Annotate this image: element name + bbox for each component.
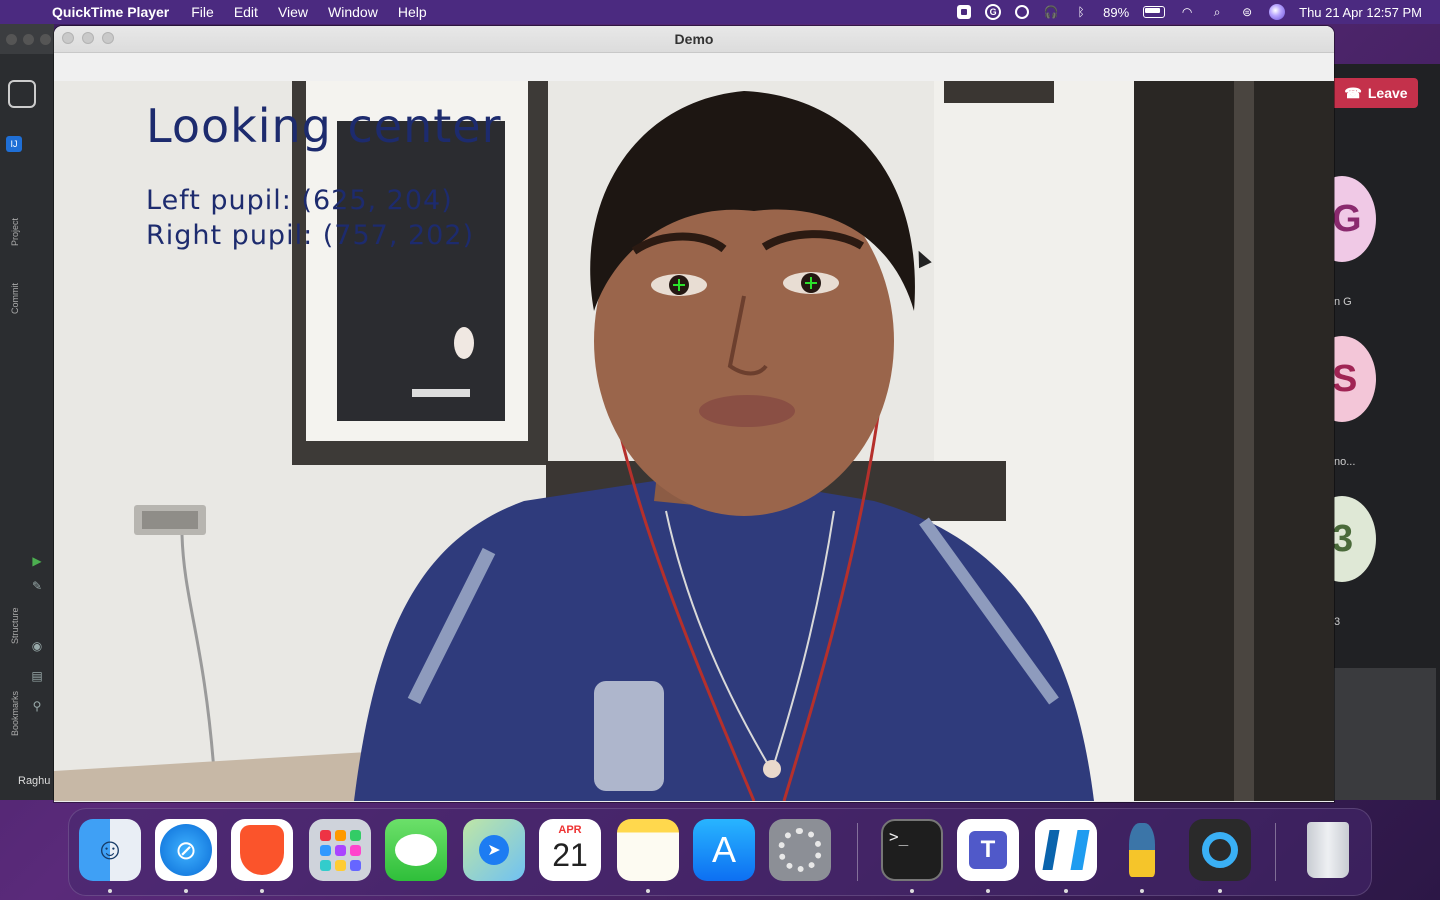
- menu-edit[interactable]: Edit: [234, 4, 258, 20]
- wifi-icon[interactable]: ◠: [1179, 4, 1195, 20]
- dock-trash-icon[interactable]: [1297, 819, 1359, 881]
- menu-help[interactable]: Help: [398, 4, 427, 20]
- sidebar-tab-commit[interactable]: Commit: [10, 283, 20, 314]
- spotlight-search-icon[interactable]: ⌕: [1209, 4, 1225, 20]
- sidebar-tab-project[interactable]: Project: [10, 218, 20, 246]
- calendar-day-label: 21: [552, 837, 588, 873]
- webcam-video-frame: Looking center Left pupil: (625, 204) Ri…: [54, 81, 1334, 801]
- play-status-icon[interactable]: [1015, 5, 1030, 19]
- sidebar-tab-bookmarks[interactable]: Bookmarks: [10, 691, 20, 736]
- dock-running-indicator: [1140, 889, 1144, 893]
- dock-calendar-icon[interactable]: APR 21: [539, 819, 601, 881]
- ide-user-label: Raghu: [18, 775, 51, 787]
- left-pupil-readout: Left pupil: (625, 204): [146, 185, 453, 216]
- eye-icon[interactable]: ◉: [30, 639, 44, 653]
- dock-notes-icon[interactable]: [617, 819, 679, 881]
- dock-teams-icon[interactable]: T: [957, 819, 1019, 881]
- gaze-status-text: Looking center: [146, 99, 502, 153]
- dock-python-icon[interactable]: [1111, 819, 1173, 881]
- layout-icon[interactable]: ▤: [30, 669, 44, 683]
- dock-system-preferences-icon[interactable]: [769, 819, 831, 881]
- menu-window[interactable]: Window: [328, 4, 378, 20]
- dock-running-indicator: [1064, 889, 1068, 893]
- dock-vscode-icon[interactable]: [1035, 819, 1097, 881]
- dock-running-indicator: [184, 889, 188, 893]
- demo-window: Demo Looking center Left pupil: (625, 20…: [54, 26, 1334, 802]
- window-title: Demo: [674, 31, 714, 47]
- pin-icon[interactable]: ⚲: [30, 699, 44, 713]
- left-pupil-crosshair: [673, 279, 685, 291]
- window-titlebar[interactable]: Demo: [54, 26, 1334, 53]
- dock-terminal-icon[interactable]: >_: [881, 819, 943, 881]
- dock-running-indicator: [986, 889, 990, 893]
- control-center-icon[interactable]: ⊜: [1239, 4, 1255, 20]
- status-area: G 🎧 ᛒ 89% ◠ ⌕ ⊜ Thu 21 Apr 12:57 PM: [957, 0, 1422, 24]
- run-icon[interactable]: ▶: [30, 554, 44, 568]
- menu-view[interactable]: View: [278, 4, 308, 20]
- dock-running-indicator: [1218, 889, 1222, 893]
- dock-maps-icon[interactable]: ➤: [463, 819, 525, 881]
- leave-label: Leave: [1367, 85, 1408, 101]
- dock-messages-icon[interactable]: [385, 819, 447, 881]
- dock-app-store-icon[interactable]: A: [693, 819, 755, 881]
- battery-percent: 89%: [1103, 4, 1130, 20]
- participant-name: 3: [1334, 616, 1341, 628]
- window-toolbar: [54, 53, 1334, 82]
- dock-launchpad-icon[interactable]: [309, 819, 371, 881]
- screen-record-icon[interactable]: [957, 5, 972, 19]
- ide-window-controls: [6, 34, 51, 45]
- menu-bar: QuickTime Player File Edit View Window H…: [0, 0, 1440, 24]
- siri-icon[interactable]: [1269, 4, 1286, 20]
- menu-file[interactable]: File: [191, 4, 214, 20]
- right-pupil-crosshair: [805, 277, 817, 289]
- dock-finder-icon[interactable]: ☺: [79, 819, 141, 881]
- dock: ☺ ⊘ ➤ APR 21 A >_ T: [68, 808, 1372, 896]
- menu-clock: Thu 21 Apr 12:57 PM: [1299, 4, 1422, 20]
- dock-separator: [857, 823, 858, 881]
- background-ide-window: IJ Project Commit Structure Bookmarks ▶ …: [0, 24, 54, 800]
- calendar-month-label: APR: [558, 824, 582, 836]
- dock-quicktime-icon[interactable]: [1189, 819, 1251, 881]
- ide-logo-icon: IJ: [6, 136, 22, 152]
- grammarly-icon[interactable]: G: [985, 4, 1002, 20]
- headphones-icon[interactable]: 🎧: [1043, 4, 1059, 20]
- dock-running-indicator: [910, 889, 914, 893]
- dock-running-indicator: [260, 889, 264, 893]
- leave-meeting-button[interactable]: ☎ Leave: [1334, 78, 1418, 108]
- shared-content-panel: [1334, 668, 1436, 800]
- shield-icon: [8, 80, 36, 108]
- wrench-icon[interactable]: ✎: [30, 579, 44, 593]
- sidebar-tab-structure[interactable]: Structure: [10, 607, 20, 644]
- participant-name: n G: [1334, 296, 1352, 308]
- dock-separator: [1275, 823, 1276, 881]
- participant-name: no...: [1334, 456, 1356, 468]
- menu-app-name[interactable]: QuickTime Player: [52, 4, 169, 20]
- dock-running-indicator: [646, 889, 650, 893]
- phone-hangup-icon: ☎: [1344, 84, 1362, 101]
- dock-safari-icon[interactable]: ⊘: [155, 819, 217, 881]
- right-pupil-readout: Right pupil: (757, 202): [146, 220, 475, 251]
- battery-icon[interactable]: [1143, 6, 1166, 18]
- dock-running-indicator: [108, 889, 112, 893]
- bluetooth-icon[interactable]: ᛒ: [1073, 4, 1089, 20]
- dock-brave-icon[interactable]: [231, 819, 293, 881]
- background-meeting-window: ☎ Leave G n G S no... 3 3: [1308, 64, 1440, 800]
